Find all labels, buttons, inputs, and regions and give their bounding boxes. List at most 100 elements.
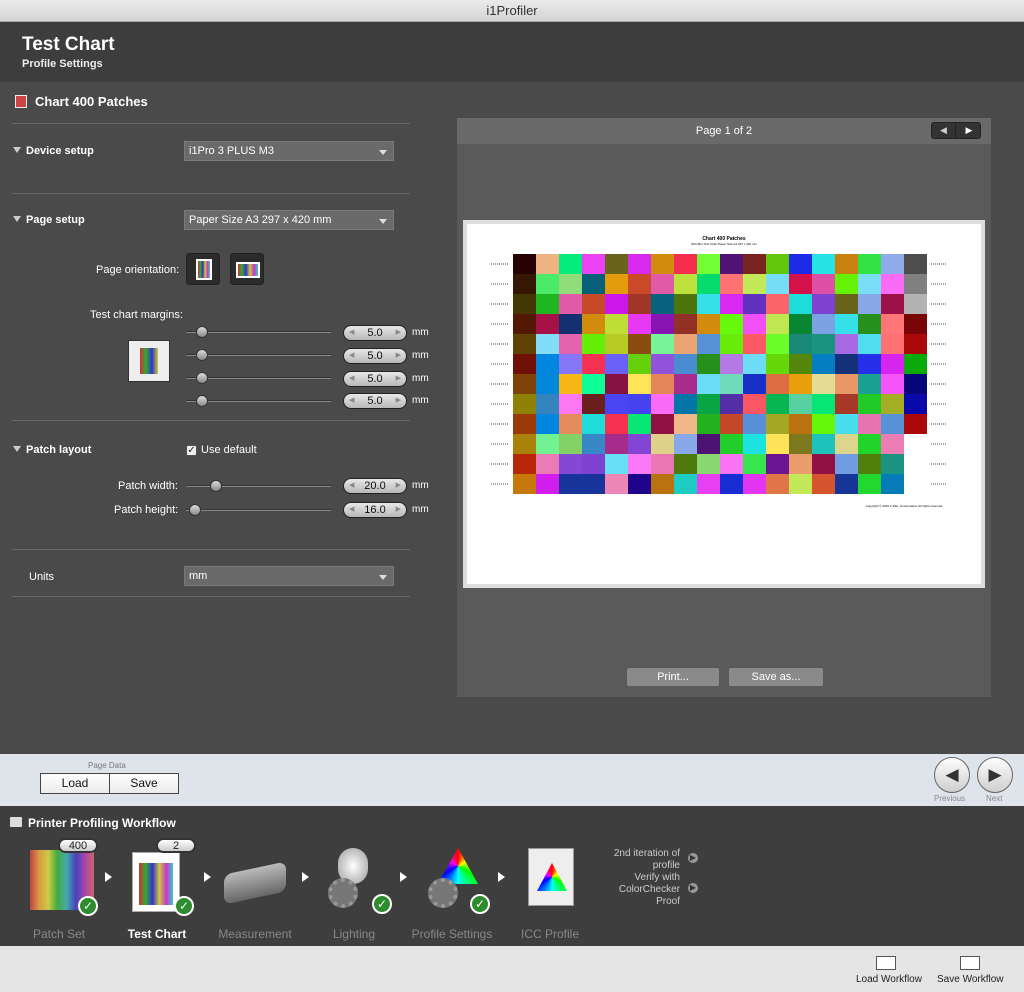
color-patch xyxy=(582,374,605,394)
color-patch xyxy=(651,474,674,494)
color-patch xyxy=(697,314,720,334)
color-patch xyxy=(628,454,651,474)
device-setup-value: i1Pro 3 PLUS M3 xyxy=(189,145,274,157)
right-margin-stepper[interactable]: ◀ 5.0 ▶ xyxy=(343,393,407,409)
patch-count-badge: 400 xyxy=(58,838,98,853)
disclosure-triangle-icon xyxy=(13,446,21,452)
patch-width-stepper[interactable]: ◀ 20.0 ▶ xyxy=(343,478,407,494)
color-patch xyxy=(559,454,582,474)
main-panel: Chart 400 Patches Device setup i1Pro 3 P… xyxy=(3,82,1021,754)
verify-colorchecker-link[interactable]: Verify with ColorChecker Proof xyxy=(600,872,680,908)
color-patch xyxy=(904,314,927,334)
color-patch xyxy=(904,294,927,314)
color-patch xyxy=(651,434,674,454)
color-patch xyxy=(904,354,927,374)
color-patch xyxy=(720,274,743,294)
top-margin-slider[interactable] xyxy=(186,326,331,338)
workflow-step-lighting[interactable]: ✓ xyxy=(326,844,416,924)
patch-width-slider[interactable] xyxy=(186,480,331,492)
color-patch xyxy=(536,254,559,274)
color-patch xyxy=(720,434,743,454)
color-patch xyxy=(559,294,582,314)
next-button[interactable]: ▶ xyxy=(977,757,1013,793)
color-patch xyxy=(812,354,835,374)
slider-knob[interactable] xyxy=(196,395,208,407)
color-patch xyxy=(766,334,789,354)
device-setup-toggle[interactable]: Device setup xyxy=(13,145,94,157)
load-button[interactable]: Load xyxy=(40,773,110,794)
color-patch xyxy=(743,334,766,354)
units-select[interactable]: mm xyxy=(184,566,394,586)
top-margin-stepper[interactable]: ◀ 5.0 ▶ xyxy=(343,325,407,341)
save-workflow-button[interactable]: Save Workflow xyxy=(937,974,1004,985)
color-patch xyxy=(858,474,881,494)
right-margin-slider[interactable] xyxy=(186,395,331,407)
bottom-margin-stepper[interactable]: ◀ 5.0 ▶ xyxy=(343,348,407,364)
arrow-circle-icon[interactable]: ▶ xyxy=(688,883,698,893)
previous-button[interactable]: ◀ xyxy=(934,757,970,793)
slider-knob[interactable] xyxy=(196,326,208,338)
color-patch xyxy=(904,434,927,454)
device-setup-select[interactable]: i1Pro 3 PLUS M3 xyxy=(184,141,394,161)
chart-section-title: Chart 400 Patches xyxy=(15,94,148,109)
color-patch xyxy=(743,354,766,374)
workflow-arrow-icon xyxy=(105,872,112,882)
workflow-step-test-chart[interactable]: 2 ✓ xyxy=(132,838,222,926)
color-patch xyxy=(697,354,720,374)
load-workflow-icon[interactable] xyxy=(876,956,896,970)
patch-height-slider[interactable] xyxy=(186,504,331,516)
previous-page-button[interactable]: ◀ xyxy=(932,123,956,138)
slider-knob[interactable] xyxy=(196,372,208,384)
use-default-checkbox[interactable]: ✓ xyxy=(186,445,197,456)
slider-knob[interactable] xyxy=(189,504,201,516)
patch-layout-toggle[interactable]: Patch layout xyxy=(13,444,91,456)
bottom-margin-slider[interactable] xyxy=(186,349,331,361)
color-patch xyxy=(582,434,605,454)
workflow-step-patch-set[interactable]: 400 ✓ xyxy=(30,838,120,926)
landscape-orientation-button[interactable] xyxy=(230,253,264,285)
paper-size-select[interactable]: Paper Size A3 297 x 420 mm xyxy=(184,210,394,230)
workflow-step-profile-settings[interactable]: ✓ xyxy=(426,844,516,924)
color-patch xyxy=(881,454,904,474)
dropdown-arrow-icon xyxy=(379,150,387,155)
save-button[interactable]: Save xyxy=(109,773,179,794)
save-as-button[interactable]: Save as... xyxy=(729,668,823,686)
color-patch xyxy=(904,254,927,274)
color-patch xyxy=(881,334,904,354)
checkmark-icon: ✓ xyxy=(372,894,392,914)
workflow-step-measurement[interactable] xyxy=(222,852,312,932)
save-workflow-icon[interactable] xyxy=(960,956,980,970)
color-patch xyxy=(789,334,812,354)
color-patch xyxy=(513,414,536,434)
color-patch xyxy=(858,374,881,394)
color-patch xyxy=(628,474,651,494)
color-patch xyxy=(743,274,766,294)
next-page-button[interactable]: ▶ xyxy=(957,123,981,138)
left-margin-stepper[interactable]: ◀ 5.0 ▶ xyxy=(343,371,407,387)
load-workflow-button[interactable]: Load Workflow xyxy=(856,974,922,985)
slider-knob[interactable] xyxy=(196,349,208,361)
arrow-circle-icon[interactable]: ▶ xyxy=(688,853,698,863)
patch-height-stepper[interactable]: ◀ 16.0 ▶ xyxy=(343,502,407,518)
chart-preview-panel: Page 1 of 2 ◀ ▶ Chart 400 Patches i1Prof… xyxy=(457,118,991,697)
slider-knob[interactable] xyxy=(210,480,222,492)
color-patch xyxy=(858,254,881,274)
icc-profile-document-icon xyxy=(528,848,574,906)
color-patch xyxy=(559,274,582,294)
color-patch xyxy=(858,274,881,294)
bottom-margin-value: 5.0 xyxy=(367,350,383,362)
color-patch xyxy=(559,334,582,354)
page-setup-toggle[interactable]: Page setup xyxy=(13,214,85,226)
second-iteration-link[interactable]: 2nd iteration of profile xyxy=(600,848,680,872)
color-patch xyxy=(812,394,835,414)
portrait-orientation-button[interactable] xyxy=(186,253,220,285)
print-button[interactable]: Print... xyxy=(627,668,719,686)
printer-icon xyxy=(10,817,22,827)
color-patch xyxy=(513,394,536,414)
color-patch xyxy=(628,294,651,314)
workflow-panel: Printer Profiling Workflow 400 ✓ Patch S… xyxy=(0,806,1024,946)
color-patch xyxy=(789,434,812,454)
color-patch xyxy=(605,254,628,274)
left-margin-slider[interactable] xyxy=(186,372,331,384)
preview-page-bar: Page 1 of 2 ◀ ▶ xyxy=(457,118,991,144)
